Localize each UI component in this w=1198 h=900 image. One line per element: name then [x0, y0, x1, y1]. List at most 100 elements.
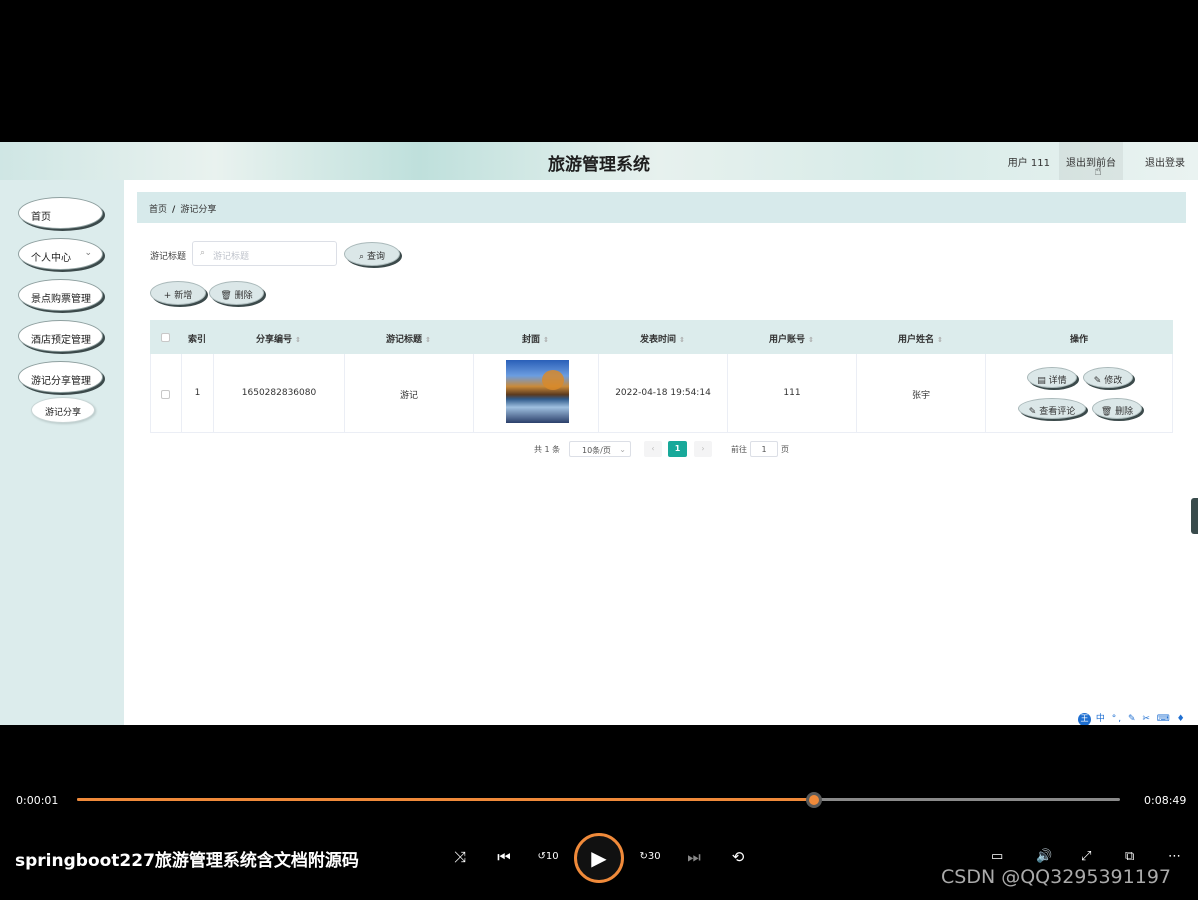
- batch-delete-button[interactable]: 🗑 删除: [209, 281, 264, 305]
- current-user: 用户 111: [1007, 158, 1050, 169]
- cell-share-no: 1650282836080: [214, 354, 345, 433]
- cell-time: 2022-04-18 19:54:14: [599, 354, 728, 433]
- next-page-button[interactable]: ›: [694, 441, 712, 457]
- volume-icon[interactable]: 🔊: [1036, 849, 1052, 864]
- search-placeholder: 游记标题: [213, 252, 250, 262]
- forward-30-button[interactable]: ↻30: [638, 851, 662, 862]
- fullscreen-icon[interactable]: ⤢: [1081, 849, 1091, 864]
- exit-to-front-link[interactable]: 退出到前台: [1059, 142, 1123, 180]
- sidebar-item-label: 景点购票管理: [31, 294, 91, 305]
- edit-button[interactable]: ✎ 修改: [1083, 367, 1133, 388]
- sort-icon[interactable]: ⇕: [543, 336, 549, 344]
- column-header: 操作: [1069, 335, 1088, 345]
- page-unit-label: 页: [781, 445, 789, 454]
- column-header[interactable]: 用户账号 ⇕: [727, 320, 856, 354]
- column-header[interactable]: 封面 ⇕: [473, 320, 598, 354]
- chevron-down-icon: ⌄: [619, 445, 626, 454]
- sidebar-item-travelogue-management[interactable]: 游记分享管理: [18, 361, 103, 393]
- prev-page-button[interactable]: ‹: [644, 441, 662, 457]
- ime-logo-icon: 王: [1078, 713, 1091, 725]
- video-title: springboot227旅游管理系统含文档附源码: [15, 851, 359, 871]
- goto-label: 前往: [731, 445, 747, 454]
- cell-account: 111: [728, 354, 857, 433]
- ime-tools: 中 °, ✎ ✂ ⌨ ♦ ⚙: [1095, 714, 1187, 724]
- delete-button-label: 删除: [234, 291, 253, 301]
- chevron-left-icon: ‹: [651, 444, 655, 453]
- breadcrumb: 首页 / 游记分享: [137, 192, 1186, 223]
- cell-index: 1: [182, 354, 214, 433]
- trash-icon: 🗑: [1100, 407, 1116, 417]
- page-number-current[interactable]: 1: [668, 441, 687, 457]
- app-window: 旅游管理系统 用户 111 退出到前台 退出登录 ☝ 首页 个人中心 ⌄ 景点购票…: [0, 142, 1198, 725]
- elapsed-time: 0:00:01: [16, 794, 59, 807]
- chevron-right-icon: ›: [701, 444, 705, 453]
- column-header[interactable]: 游记标题 ⇕: [344, 320, 473, 354]
- goto-page-input[interactable]: 1: [750, 441, 778, 457]
- sidebar-item-hotel-management[interactable]: 酒店预定管理: [18, 320, 103, 352]
- breadcrumb-separator: /: [172, 205, 176, 215]
- mini-player-icon[interactable]: ⧉: [1125, 849, 1134, 864]
- sort-icon[interactable]: ⇕: [295, 336, 301, 344]
- previous-icon[interactable]: ⏮: [492, 848, 516, 866]
- page-size-value: 10条/页: [582, 446, 611, 455]
- sort-icon[interactable]: ⇕: [937, 336, 943, 344]
- sort-icon[interactable]: ⇕: [425, 336, 431, 344]
- chevron-down-icon: ⌄: [84, 248, 92, 258]
- sort-icon[interactable]: ⇕: [679, 336, 685, 344]
- sidebar-item-label: 个人中心: [31, 253, 71, 264]
- row-checkbox-cell: [151, 354, 182, 433]
- forward-icon: ↻: [639, 851, 648, 862]
- sidebar-item-label: 首页: [31, 212, 51, 223]
- sidebar-subitem-travelogue-share[interactable]: 游记分享: [31, 397, 95, 423]
- play-button[interactable]: ▶: [574, 833, 624, 883]
- sidebar-item-home[interactable]: 首页: [18, 197, 103, 229]
- breadcrumb-home[interactable]: 首页: [149, 205, 167, 215]
- sidebar: 首页 个人中心 ⌄ 景点购票管理 酒店预定管理 游记分享管理 游记分享: [0, 180, 124, 725]
- next-icon[interactable]: ⏭: [682, 848, 706, 866]
- plus-icon: +: [163, 291, 175, 301]
- cell-name: 张宇: [857, 354, 986, 433]
- row-checkbox[interactable]: [161, 390, 170, 399]
- rewind-10-button[interactable]: ↺10: [536, 851, 560, 862]
- sidebar-item-label: 酒店预定管理: [31, 335, 91, 346]
- column-header[interactable]: 分享编号 ⇕: [213, 320, 344, 354]
- search-icon: ⌕: [359, 252, 367, 262]
- column-header: 索引: [187, 335, 206, 345]
- add-button[interactable]: + 新增: [150, 281, 206, 305]
- table-row: 1 1650282836080 游记 2022-04-18 19:54:14 1…: [150, 354, 1173, 433]
- search-input[interactable]: ⌕ 游记标题: [192, 241, 337, 266]
- pencil-icon: ✎: [1028, 407, 1040, 417]
- view-comments-button[interactable]: ✎ 查看评论: [1018, 398, 1086, 419]
- hand-cursor-icon: ☝: [1094, 164, 1102, 179]
- repeat-icon[interactable]: ⟲: [726, 848, 750, 866]
- pencil-icon: ✎: [1093, 376, 1105, 386]
- shuffle-icon[interactable]: ⤨: [448, 848, 472, 866]
- add-button-label: 新增: [174, 291, 193, 301]
- sort-icon[interactable]: ⇕: [808, 336, 814, 344]
- subtitles-icon[interactable]: ▭: [991, 849, 1003, 864]
- search-icon: ⌕: [200, 248, 206, 258]
- play-icon: ▶: [591, 846, 607, 870]
- duration-time: 0:08:49: [1144, 794, 1187, 807]
- more-options-icon[interactable]: ⋯: [1168, 849, 1181, 864]
- side-drawer-handle[interactable]: [1191, 498, 1198, 534]
- sidebar-item-personal-center[interactable]: 个人中心 ⌄: [18, 238, 103, 270]
- watermark: CSDN @QQ3295391197: [941, 866, 1172, 888]
- cell-title: 游记: [345, 354, 474, 433]
- document-icon: ▤: [1037, 376, 1049, 386]
- ime-toolbar[interactable]: 王 中 °, ✎ ✂ ⌨ ♦ ⚙: [1074, 709, 1198, 725]
- row-delete-button[interactable]: 🗑 删除: [1092, 398, 1142, 419]
- detail-button[interactable]: ▤ 详情: [1027, 367, 1077, 388]
- select-all-checkbox[interactable]: [161, 333, 170, 342]
- progress-played: [77, 798, 814, 801]
- logout-link[interactable]: 退出登录: [1145, 154, 1185, 169]
- column-header[interactable]: 用户姓名 ⇕: [856, 320, 985, 354]
- table-header: 索引 分享编号 ⇕ 游记标题 ⇕ 封面 ⇕ 发表时间 ⇕ 用户账号 ⇕ 用户姓名 ⇕ 操作: [150, 320, 1173, 354]
- pagination-total: 共 1 条: [534, 445, 561, 454]
- cover-image[interactable]: [506, 360, 569, 423]
- page-size-select[interactable]: 10条/页 ⌄: [569, 441, 631, 457]
- progress-knob[interactable]: [806, 792, 822, 808]
- column-header[interactable]: 发表时间 ⇕: [598, 320, 727, 354]
- query-button[interactable]: ⌕ 查询: [344, 242, 400, 266]
- sidebar-item-ticket-management[interactable]: 景点购票管理: [18, 279, 103, 311]
